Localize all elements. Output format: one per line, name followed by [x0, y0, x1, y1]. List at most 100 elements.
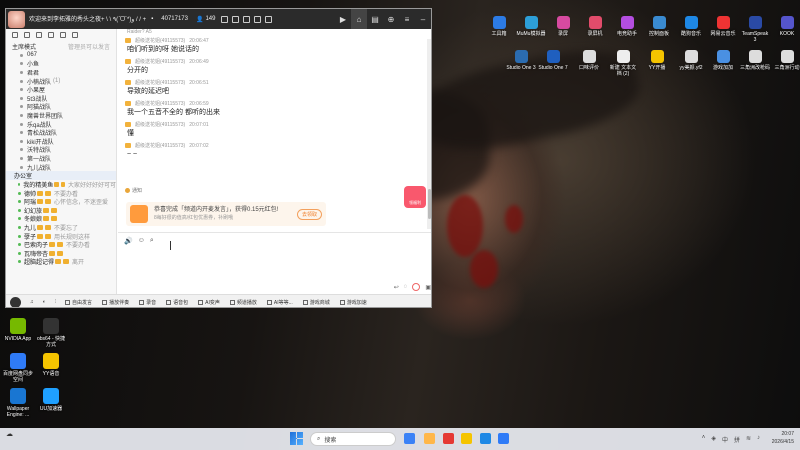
channel-item[interactable]: 九儿战队	[6, 163, 116, 172]
ime-label[interactable]: 中	[722, 435, 728, 444]
channel-item[interactable]: 君君	[6, 68, 116, 77]
document-icon[interactable]	[60, 32, 66, 38]
minimize-icon[interactable]: –	[415, 9, 431, 29]
desktop-icon[interactable]: 新建 文本文档 (2)	[608, 50, 638, 77]
settings-icon[interactable]	[265, 15, 273, 23]
desktop-icon[interactable]: 三角洲行动	[772, 50, 800, 71]
toolbar-item[interactable]: 播放伴奏	[102, 299, 129, 306]
toolbar-item[interactable]: AI变声	[198, 299, 220, 306]
toolbar-item[interactable]: 频道播放	[229, 299, 257, 306]
chat-scrollbar[interactable]	[427, 39, 431, 229]
member-item[interactable]: 我的精美鱼 大家好好好好可可	[6, 180, 116, 189]
tray-arrow-icon[interactable]: ˄	[702, 435, 706, 444]
explorer-icon[interactable]	[424, 433, 435, 444]
message-sender[interactable]: 超级送花姐(49115573)	[135, 142, 185, 149]
clock[interactable]: 20:07 2026/4/15	[772, 430, 794, 446]
desktop-icon[interactable]: 口味评价	[574, 50, 604, 71]
desktop-icon[interactable]: 酷狗音乐	[676, 16, 706, 37]
search-box[interactable]: ⌕ 搜索	[310, 432, 396, 446]
member-item[interactable]: 德帅 不要办看	[6, 189, 116, 198]
scrollbar-thumb[interactable]	[428, 189, 431, 219]
tray-app-icon[interactable]: ◈	[711, 435, 716, 444]
kugou-taskbar-icon[interactable]	[498, 433, 509, 444]
mode-select[interactable]: 主席模式	[12, 42, 36, 51]
message-sender[interactable]: 超级送花姐(49115573)	[135, 121, 185, 128]
toolbar-item[interactable]: AI等等...	[266, 299, 293, 306]
desktop-icon[interactable]: NVIDIA App	[3, 318, 33, 342]
volume-icon[interactable]: ◐	[43, 299, 46, 305]
location-icon[interactable]	[36, 32, 42, 38]
claim-button[interactable]: 去领取	[296, 208, 322, 220]
volume-tray-icon[interactable]: ♪	[757, 435, 760, 444]
chat-message[interactable]: 超级送花姐(49115573) 20:06:59 我一个五音不全的 都听的出来	[118, 100, 431, 121]
member-item[interactable]: 瓦嗨帝杏	[6, 249, 116, 258]
more-icon[interactable]: ≡	[399, 9, 415, 29]
mic-button-icon[interactable]	[10, 296, 21, 307]
search-icon[interactable]	[72, 32, 78, 38]
app-red-icon[interactable]	[443, 433, 454, 444]
user-list-icon[interactable]	[12, 32, 18, 38]
chat-message[interactable]: 超级送花姐(49115573) 20:07:01 懂	[118, 121, 431, 142]
toolbar-item[interactable]: 游戏商城	[302, 299, 330, 306]
message-icon[interactable]	[24, 32, 30, 38]
desktop-icon[interactable]: 电竞助手	[612, 16, 642, 37]
speaker-icon[interactable]: 🔊	[124, 237, 133, 245]
channel-item[interactable]: 魔兽世界团队	[6, 111, 116, 120]
input-area[interactable]: 🔊 ☺ ⌕ ↩ ◌ ▣	[118, 232, 431, 294]
bubble-icon[interactable]: ◌	[404, 284, 408, 290]
member-item[interactable]: 冬娘娘	[6, 215, 116, 223]
desktop-icon[interactable]: 录屏机	[580, 16, 610, 37]
toolbar-item[interactable]: 游戏加速	[339, 299, 367, 306]
desktop-icon[interactable]: MuMu模拟器	[516, 16, 546, 37]
message-sender[interactable]: 超级送花姐(49115573)	[135, 58, 185, 65]
desktop-icon[interactable]: 百度网盘同步空间	[3, 353, 33, 383]
share-icon[interactable]	[221, 15, 229, 23]
chat-message[interactable]: 超级送花姐(49115573) 20:07:02 ~ ~	[118, 142, 431, 163]
reply-icon[interactable]: ↩	[394, 284, 399, 291]
welfare-button[interactable]: 领福利	[404, 186, 426, 208]
headset-icon[interactable]: ♫	[30, 299, 34, 305]
chat-message[interactable]: 超级送花姐(49115573) 20:06:51 导致的延迟吧	[118, 79, 431, 100]
edge-icon[interactable]	[404, 433, 415, 444]
desktop-icon[interactable]: Studio One 7	[538, 50, 568, 71]
desktop-icon[interactable]: 三角洲改枪码	[740, 50, 770, 71]
member-item[interactable]: 超脑超记得 离开	[6, 258, 116, 266]
channel-item[interactable]: 青松战战队	[6, 128, 116, 137]
chat-message[interactable]: 超级送花姐(49115573) 20:06:47 咱们听到的呀 她说话的	[118, 37, 431, 58]
channel-item[interactable]: 067	[6, 51, 116, 60]
message-sender[interactable]: 超级送花姐(49115573)	[135, 100, 185, 107]
channel-item[interactable]: 小果屋	[6, 85, 116, 94]
weather-widget[interactable]: ☁	[6, 430, 13, 438]
member-item[interactable]: 巴索肉子 不要办看	[6, 240, 116, 249]
video-icon[interactable]: ▶	[335, 9, 351, 29]
desktop-icon[interactable]: obs64 - 快捷方式	[36, 318, 66, 348]
message-sender[interactable]: 超级送花姐(49115573)	[135, 79, 185, 86]
member-item[interactable]: 阿瑞 心怀信念，不迷歪爱	[6, 198, 116, 206]
channel-item[interactable]: 第一战队	[6, 154, 116, 163]
send-icon[interactable]	[412, 283, 421, 291]
desktop-icon[interactable]: TeamSpeak 3	[740, 16, 770, 43]
desktop-icon[interactable]: 游戏加加	[708, 50, 738, 71]
equalizer-icon[interactable]: ⫶	[55, 299, 56, 305]
fullscreen-icon[interactable]	[232, 15, 240, 23]
member-item[interactable]: 九儿 不要忘了	[6, 223, 116, 232]
channel-avatar[interactable]	[8, 10, 25, 28]
desktop-icon[interactable]: YY语音	[36, 353, 66, 377]
app-blue-icon[interactable]	[480, 433, 491, 444]
channel-item[interactable]: 沃特战队	[6, 146, 116, 154]
channel-item[interactable]: 乐qa战队	[6, 120, 116, 129]
toolbar-item[interactable]: 语音包	[166, 299, 188, 306]
desktop-icon[interactable]: KOOK	[772, 16, 800, 37]
desktop-icon[interactable]: Wallpaper Engine: ...	[3, 388, 33, 418]
message-sender[interactable]: 超级送花姐(49115573)	[135, 37, 185, 44]
chat-icon[interactable]	[243, 15, 251, 23]
channel-item[interactable]: kiki开战队	[6, 137, 116, 146]
start-icon[interactable]	[290, 432, 303, 445]
desktop-icon[interactable]: YY开播	[642, 50, 672, 71]
screen-icon[interactable]	[254, 15, 262, 23]
desktop-icon[interactable]: Studio One 3	[506, 50, 536, 71]
lock-icon[interactable]	[48, 32, 54, 38]
desktop-icon[interactable]: 录屏	[548, 16, 578, 37]
search-message-icon[interactable]: ⌕	[150, 237, 154, 245]
desktop-icon[interactable]: 控制面板	[644, 16, 674, 37]
